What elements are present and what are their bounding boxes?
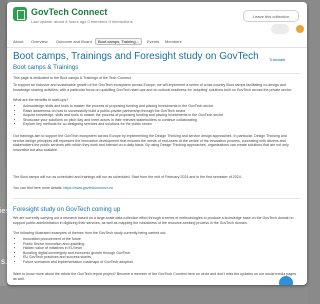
leave-collection-button[interactable]: Leave this collection xyxy=(243,10,299,22)
section-heading-bootcamps: Boot camps & Trainings xyxy=(13,64,79,71)
header: GovTech Connect Last update: about 8 hou… xyxy=(7,2,307,36)
details-link[interactable]: https://www.govtechconnect.eu xyxy=(63,186,113,190)
document-icon xyxy=(13,7,27,21)
report-intro: The following illustrated examples of th… xyxy=(13,231,167,235)
report-list: Innovation procurement of the future Pub… xyxy=(19,237,293,265)
list-item: Future scenarios and implementation road… xyxy=(23,260,293,265)
chat-icon[interactable] xyxy=(279,276,293,285)
tab-members[interactable]: Members xyxy=(165,39,182,44)
benefits-intro: What are the benefits to start-ups? xyxy=(13,98,69,102)
app-title: GovTech Connect xyxy=(31,7,108,17)
details-label: You can find here more details: xyxy=(13,186,64,190)
background-bottom xyxy=(0,286,308,304)
paragraph-3: The Boot camps will run as scheduled and… xyxy=(13,175,242,179)
page-title: Boot camps, Trainings and Foresight stud… xyxy=(13,51,259,62)
list-item: Explore key methods for co-designing ser… xyxy=(23,122,293,127)
avatar[interactable] xyxy=(295,24,305,34)
tab-about[interactable]: About xyxy=(13,39,23,44)
toggle-track[interactable] xyxy=(271,24,289,34)
tab-boot-camps[interactable]: Boot camps, Training... xyxy=(95,38,142,45)
tab-events[interactable]: Events xyxy=(147,39,159,44)
paragraph-1: To support an inclusive and sustainable … xyxy=(13,83,292,92)
benefits-list: Acknowledge skills and tools to master t… xyxy=(19,104,293,127)
paragraph-5: We are currently carrying out a research… xyxy=(13,216,294,225)
section-heading-foresight: Foresight study on GovTech coming up xyxy=(13,206,121,213)
tab-overview[interactable]: Overview xyxy=(31,39,48,44)
tab-bar: About Overview Outcome and Board Boot ca… xyxy=(7,38,307,48)
paragraph-2: Our trainings aim to support the GovTech… xyxy=(13,134,289,152)
tab-outcome-board[interactable]: Outcome and Board xyxy=(56,39,92,44)
collection-window: GovTech Connect Last update: about 8 hou… xyxy=(7,2,307,285)
collection-meta: Last update: about 8 hours ago 0 members… xyxy=(31,19,133,24)
intro-text: This page is dedicated to the Boot camps… xyxy=(13,76,132,80)
divider xyxy=(13,198,301,199)
paragraph-4: You can find here more details: https://… xyxy=(13,186,298,191)
paragraph-6: Want to know more about the article the … xyxy=(13,272,297,281)
divider xyxy=(13,73,301,74)
translate-button[interactable]: Translate xyxy=(269,57,286,62)
